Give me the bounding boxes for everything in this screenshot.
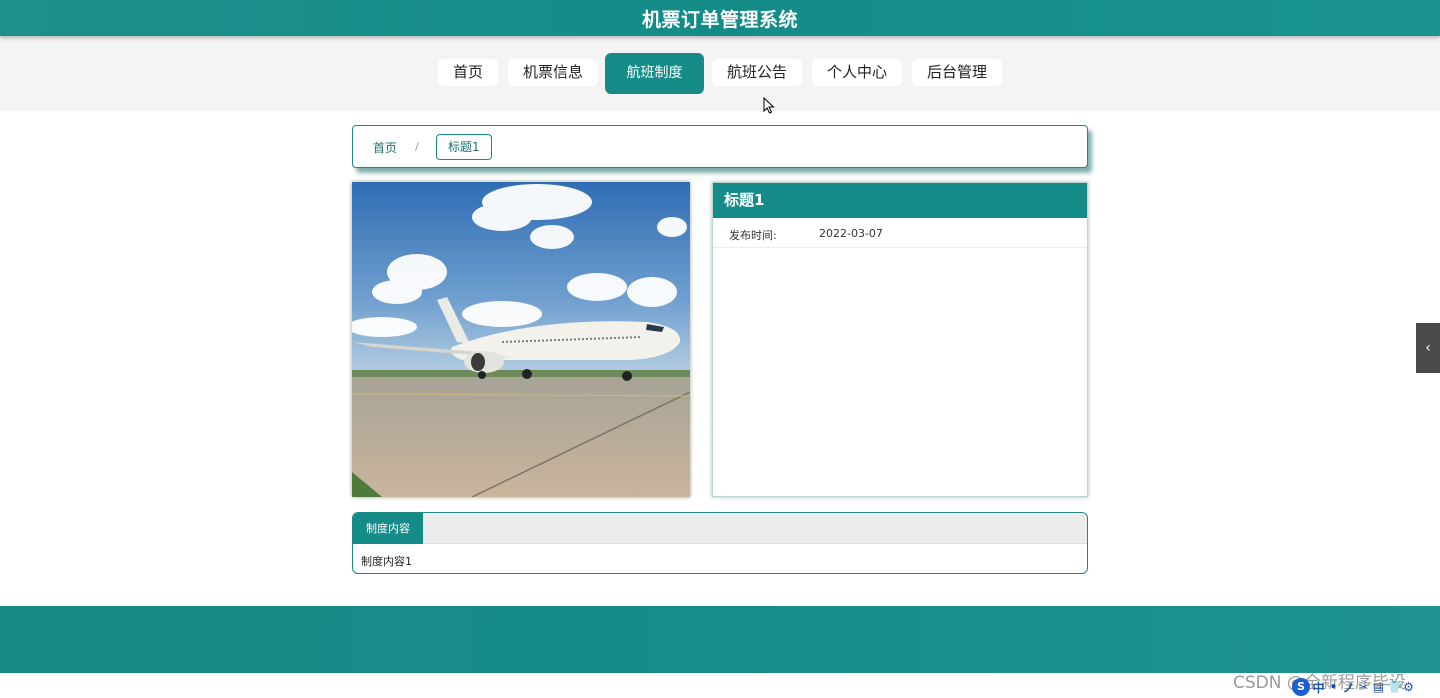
nav-flight-rules[interactable]: 航班制度 bbox=[605, 53, 704, 94]
breadcrumb-home-link[interactable]: 首页 bbox=[373, 139, 397, 156]
ime-punctuation-icon[interactable]: • bbox=[1327, 680, 1340, 694]
nav-ticket-info[interactable]: 机票信息 bbox=[508, 59, 598, 86]
breadcrumb: 首页 / 标题1 bbox=[352, 125, 1088, 168]
site-title: 机票订单管理系统 bbox=[641, 9, 798, 31]
main-nav: 首页 机票信息 航班制度 航班公告 个人中心 后台管理 bbox=[0, 36, 1440, 111]
ime-skin-icon[interactable]: 👕 bbox=[1387, 680, 1402, 694]
breadcrumb-current: 标题1 bbox=[436, 134, 492, 160]
nav-home[interactable]: 首页 bbox=[438, 59, 498, 86]
publish-time-label: 发布时间: bbox=[729, 229, 777, 242]
content-tab-strip: 制度内容 bbox=[353, 513, 1087, 544]
top-header-bar: 机票订单管理系统 bbox=[0, 0, 1440, 36]
ime-toolbar: S 中 • ノ ✂ ▤ 👕 ⚙ bbox=[1292, 677, 1415, 697]
ime-toolbox-icon[interactable]: ▤ bbox=[1372, 680, 1385, 694]
ime-handwriting-icon[interactable]: ノ bbox=[1342, 679, 1355, 696]
ime-screenshot-icon[interactable]: ✂ bbox=[1357, 680, 1370, 694]
content-panel: 制度内容 制度内容1 bbox=[352, 512, 1088, 574]
publish-time-value: 2022-03-07 bbox=[819, 227, 883, 240]
nav-admin[interactable]: 后台管理 bbox=[912, 59, 1002, 86]
ime-settings-icon[interactable]: ⚙ bbox=[1402, 680, 1415, 694]
breadcrumb-separator: / bbox=[415, 140, 419, 153]
nav-flight-notices[interactable]: 航班公告 bbox=[712, 59, 802, 86]
detail-card: 标题1 发布时间: 2022-03-07 bbox=[712, 182, 1088, 497]
nav-personal-center[interactable]: 个人中心 bbox=[812, 59, 902, 86]
ime-logo-icon[interactable]: S bbox=[1292, 678, 1310, 696]
footer-bar bbox=[0, 606, 1440, 673]
content-body: 制度内容1 bbox=[361, 555, 412, 568]
tab-rules-content[interactable]: 制度内容 bbox=[353, 513, 423, 544]
page-bottom bbox=[0, 673, 1440, 698]
detail-title: 标题1 bbox=[713, 183, 1087, 218]
airplane-photo bbox=[352, 182, 690, 497]
publish-time-row: 发布时间: 2022-03-07 bbox=[713, 218, 1087, 248]
side-panel-toggle[interactable]: ‹ bbox=[1416, 323, 1440, 373]
chevron-left-icon: ‹ bbox=[1425, 340, 1431, 356]
ime-chinese-mode-icon[interactable]: 中 bbox=[1312, 679, 1325, 696]
mouse-cursor-icon bbox=[763, 97, 775, 114]
